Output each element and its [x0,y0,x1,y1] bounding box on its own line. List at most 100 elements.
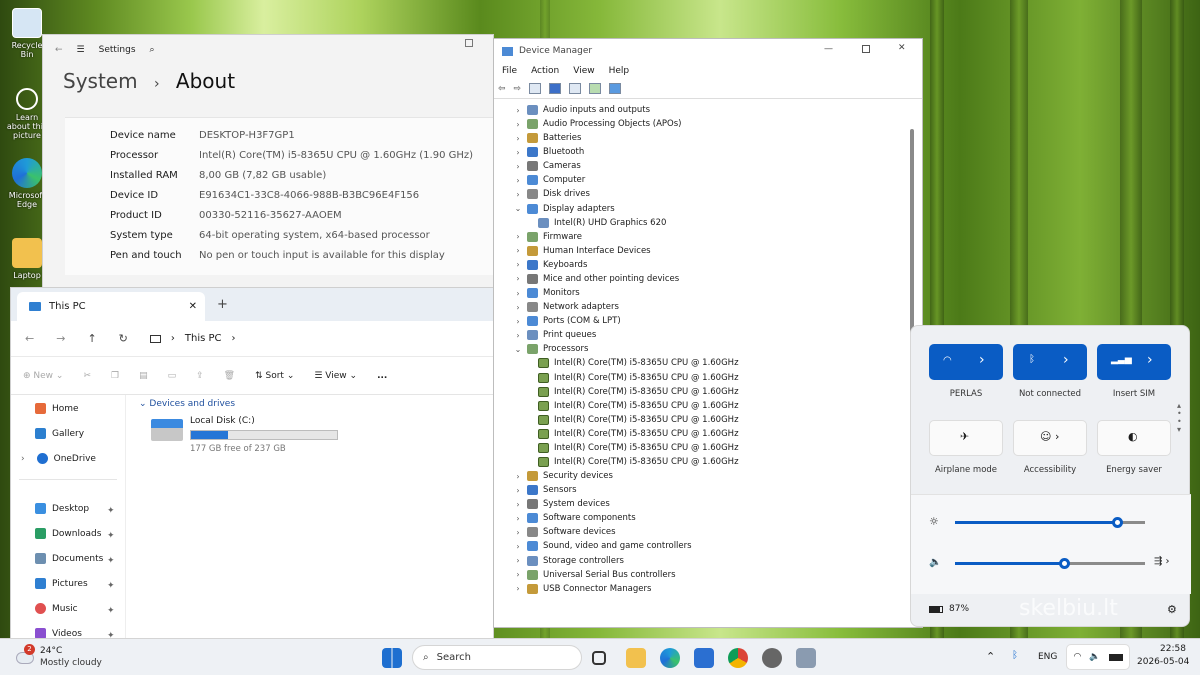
chevron-right-icon[interactable]: › [514,303,522,312]
airplane-mode-tile[interactable]: ✈ [929,420,1003,456]
paste-icon[interactable]: ▤ [139,371,148,381]
rename-icon[interactable]: ▭ [168,371,177,381]
chevron-right-icon[interactable]: › [514,120,522,129]
chevron-down-icon[interactable]: ⌄ [514,204,522,213]
tree-category[interactable]: › Human Interface Devices [514,245,651,256]
search-box[interactable]: ⌕ Search [412,645,582,670]
bluetooth-tile[interactable]: ᛒ › [1013,344,1087,380]
chevron-right-icon[interactable]: › [1147,352,1153,368]
chevron-right-icon[interactable]: › [514,472,522,481]
start-button[interactable] [382,648,402,668]
tree-category[interactable]: › Cameras [514,161,581,172]
tree-category[interactable]: › Disk drives [514,189,590,200]
menu-icon[interactable]: ☰ [77,45,85,55]
nav-home[interactable]: Home [35,403,79,414]
bluetooth-icon[interactable]: ᛒ [1012,650,1018,661]
chevron-right-icon[interactable]: › [514,176,522,185]
chevron-right-icon[interactable]: › [514,134,522,143]
nav-music[interactable]: Music [35,603,78,614]
chevron-down-icon[interactable]: ⌄ [514,345,522,354]
maximize-icon[interactable] [862,45,870,53]
tree-category[interactable]: › Network adapters [514,302,619,313]
system-tray-status[interactable]: ◠ 🔈 [1066,644,1130,670]
close-icon[interactable]: ✕ [898,43,906,53]
drive-local-disk[interactable]: Local Disk (C:) 177 GB free of 237 GB [151,416,351,454]
delete-icon[interactable]: 🗑 [224,371,235,381]
tree-category[interactable]: › Ports (COM & LPT) [514,316,621,327]
clock-date[interactable]: 2026-05-04 [1137,657,1189,667]
tree-category[interactable]: › Storage controllers [514,555,624,566]
chevron-right-icon[interactable]: › [514,289,522,298]
chevron-right-icon[interactable]: › [514,584,522,593]
tree-category[interactable]: › Mice and other pointing devices [514,273,679,284]
volume-slider[interactable] [955,558,1145,569]
chevron-right-icon[interactable]: › [232,333,236,344]
tree-device[interactable]: Intel(R) Core(TM) i5-8365U CPU @ 1.60GHz [538,457,739,467]
tree-category[interactable]: › Computer [514,175,585,186]
chevron-right-icon[interactable]: › [979,352,985,368]
tree-device[interactable]: Intel(R) Core(TM) i5-8365U CPU @ 1.60GHz [538,400,739,411]
accessibility-tile[interactable]: ☺ › [1013,420,1087,456]
nav-onedrive[interactable]: › OneDrive [21,453,96,464]
volume-icon[interactable]: 🔈 [929,557,941,568]
chevron-right-icon[interactable]: › [514,570,522,579]
tree-category[interactable]: › Security devices [514,471,613,482]
chevron-right-icon[interactable]: › [514,190,522,199]
up-icon[interactable]: ↑ [87,332,96,345]
chevron-right-icon[interactable]: › [514,514,522,523]
address-field[interactable]: › This PC › [149,333,236,344]
chevron-right-icon[interactable]: › [514,246,522,255]
tree-category[interactable]: › Sensors [514,485,577,496]
audio-output-icon[interactable]: ⇶ › [1154,556,1170,567]
menu-view[interactable]: View [573,66,594,76]
nav-gallery[interactable]: Gallery [35,428,84,439]
settings-gear-icon[interactable] [762,648,782,668]
tree-device[interactable]: Intel(R) Core(TM) i5-8365U CPU @ 1.60GHz [538,428,739,439]
forward-icon[interactable]: → [56,332,65,345]
tree-category[interactable]: › Audio Processing Objects (APOs) [514,119,681,130]
menu-file[interactable]: File [502,66,517,76]
edge-icon[interactable] [660,648,680,668]
brightness-slider[interactable] [955,517,1145,528]
chevron-right-icon[interactable]: › [514,486,522,495]
chevron-right-icon[interactable]: › [514,274,522,283]
energy-saver-tile[interactable]: ◐ [1097,420,1171,456]
wifi-tile[interactable]: ◠ › [929,344,1003,380]
cellular-tile[interactable]: ▂▃▅ › [1097,344,1171,380]
properties-icon[interactable] [529,83,542,94]
share-icon[interactable]: ⇪ [196,371,204,381]
maximize-icon[interactable] [465,39,473,47]
help-icon[interactable] [549,83,562,94]
settings-gear-icon[interactable]: ⚙ [1167,603,1177,616]
tree-category[interactable]: › Audio inputs and outputs [514,105,650,115]
view-button[interactable]: ☰ View ⌄ [314,371,357,381]
close-icon[interactable]: ✕ [189,301,197,312]
store-icon[interactable] [694,648,714,668]
breadcrumb-parent[interactable]: System [63,69,138,93]
chevron-right-icon[interactable]: › [514,148,522,157]
nav-documents[interactable]: Documents [35,553,103,564]
file-explorer-icon[interactable] [626,648,646,668]
back-icon[interactable]: ← [55,45,63,55]
sort-button[interactable]: ⇅ Sort ⌄ [255,371,294,381]
chevron-right-icon[interactable]: › [1063,352,1069,368]
chevron-right-icon[interactable]: › [21,454,25,464]
clock-time[interactable]: 22:58 [1160,644,1186,654]
chevron-right-icon[interactable]: › [514,232,522,241]
tree-category[interactable]: › Monitors [514,288,580,299]
tree-device[interactable]: Intel(R) UHD Graphics 620 [538,217,666,228]
new-tab-icon[interactable]: + [217,297,228,312]
chevron-up-icon[interactable]: ⌃ [986,650,995,663]
tree-device[interactable]: Intel(R) Core(TM) i5-8365U CPU @ 1.60GHz [538,358,739,369]
chevron-right-icon[interactable]: › [514,556,522,565]
tree-category[interactable]: › System devices [514,499,610,510]
chevron-right-icon[interactable]: › [514,317,522,326]
chevron-right-icon[interactable]: › [514,528,522,537]
tree-device[interactable]: Intel(R) Core(TM) i5-8365U CPU @ 1.60GHz [538,372,739,383]
chevron-right-icon[interactable]: › [514,106,522,115]
details-icon[interactable] [569,83,582,94]
tree-device[interactable]: Intel(R) Core(TM) i5-8365U CPU @ 1.60GHz [538,386,739,397]
nav-downloads[interactable]: Downloads [35,528,101,539]
chevron-right-icon[interactable]: › [514,162,522,171]
refresh-icon[interactable]: ↻ [119,332,128,345]
